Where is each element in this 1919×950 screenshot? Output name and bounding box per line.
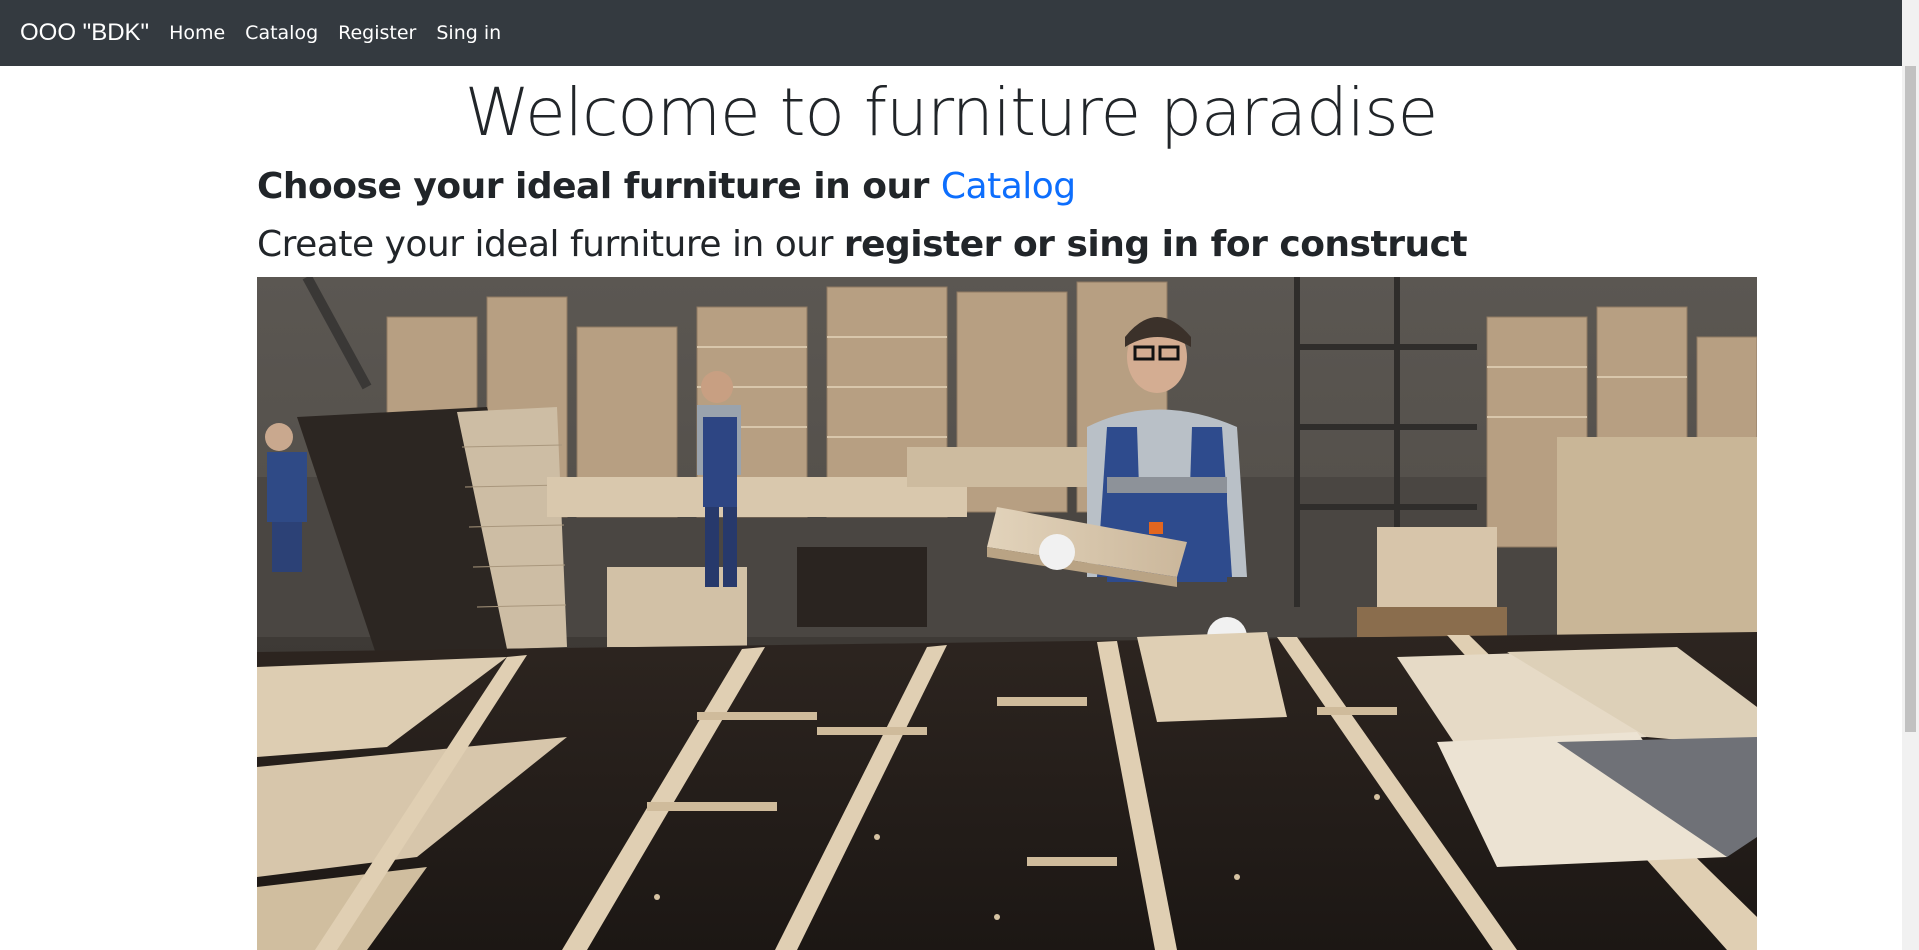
nav-link-register[interactable]: Register: [338, 22, 416, 44]
page-title: Welcome to furniture paradise: [464, 74, 1438, 151]
construct-heading: Create your ideal furniture in our regis…: [257, 218, 1468, 272]
construct-heading-text: Create your ideal furniture in our: [257, 224, 844, 265]
construct-heading-bold: register or sing in for construct: [843, 224, 1468, 265]
catalog-heading: Choose your ideal furniture in our Catal…: [257, 160, 1076, 214]
scrollbar-thumb[interactable]: [1905, 66, 1916, 732]
catalog-heading-text: Choose your ideal furniture in our: [257, 166, 941, 207]
nav-link-sign-in[interactable]: Sing in: [436, 22, 501, 44]
nav-link-home[interactable]: Home: [169, 22, 225, 44]
furniture-factory-photo: [257, 277, 1757, 950]
hero-image: [257, 277, 1757, 950]
nav-link-catalog[interactable]: Catalog: [245, 22, 318, 44]
page: OOO "BDK" Home Catalog Register Sing in …: [0, 0, 1919, 950]
brand-link[interactable]: OOO "BDK": [20, 19, 149, 47]
page-scrollbar[interactable]: [1902, 0, 1919, 950]
navbar: OOO "BDK" Home Catalog Register Sing in: [0, 0, 1902, 66]
catalog-link[interactable]: Catalog: [941, 166, 1076, 207]
